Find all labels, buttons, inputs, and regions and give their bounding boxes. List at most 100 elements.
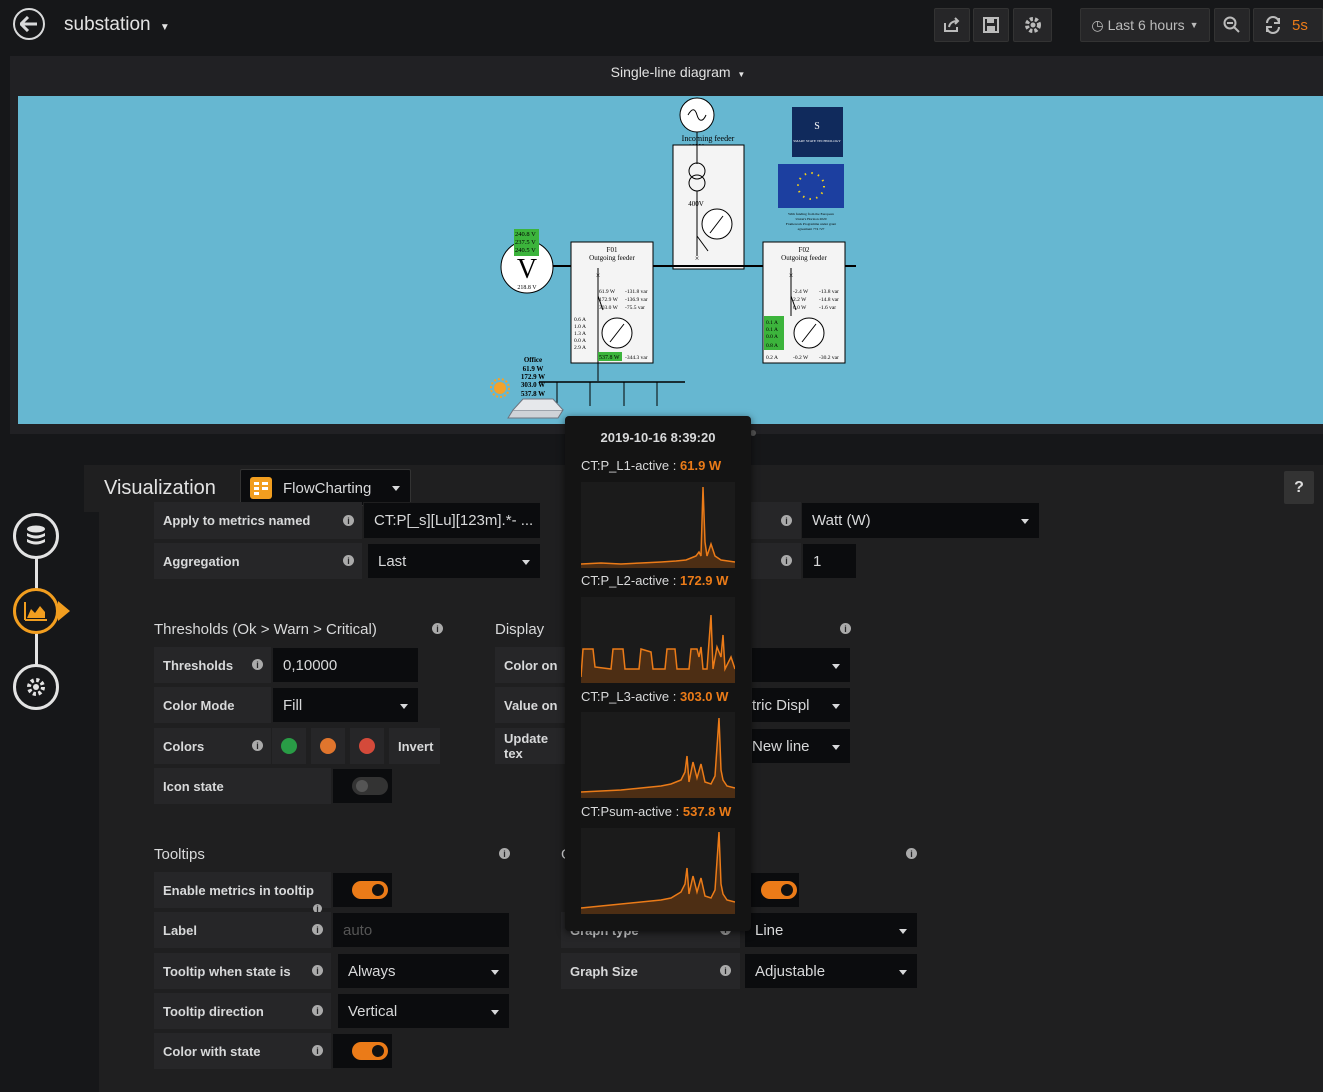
icon-state-toggle[interactable] xyxy=(332,768,393,804)
f02-var-l3: -1.6 var xyxy=(819,305,836,311)
tooltip-direction-select[interactable]: Vertical xyxy=(337,993,510,1029)
f02-power-l1: -2.4 W xyxy=(793,289,809,295)
zoom-out-icon xyxy=(1223,16,1240,33)
tooltip-direction-value: Vertical xyxy=(348,1002,398,1020)
tooltip-metric-1-value: 61.9 W xyxy=(680,458,722,473)
label-input[interactable]: auto xyxy=(332,912,510,948)
unit-select[interactable]: Watt (W) xyxy=(801,502,1040,539)
incoming-feeder-box[interactable] xyxy=(672,144,745,270)
f02-total-w: -0.2 W xyxy=(793,355,809,361)
share-button[interactable] xyxy=(934,8,970,42)
thresholds-input[interactable]: 0,10000 xyxy=(272,647,419,683)
color-mode-select[interactable]: Fill xyxy=(272,687,419,723)
tooltip-graph-2 xyxy=(581,597,735,683)
tooltip-graph-4 xyxy=(581,828,735,914)
tooltip-metric-4: CT:Psum-active : 537.8 W xyxy=(581,804,731,819)
f01-total-var: -344.3 var xyxy=(625,355,648,361)
f01-power-l2: 172.9 W xyxy=(599,297,619,303)
queries-tab[interactable] xyxy=(13,513,59,559)
toggle-off xyxy=(352,777,388,795)
display-heading: Display xyxy=(495,621,545,638)
graph-type-select[interactable]: Line xyxy=(744,912,918,948)
enable-metrics-label: Enable metrics in tooltip xyxy=(154,872,331,908)
apply-metrics-label: Apply to metrics named i xyxy=(154,502,362,539)
f01-label: Outgoing feeder xyxy=(589,254,635,262)
tooltip-metric-3-value: 303.0 W xyxy=(680,689,729,704)
gear-icon xyxy=(1024,17,1041,33)
tooltip-state-text: Tooltip when state is xyxy=(163,963,291,979)
save-button[interactable] xyxy=(973,8,1009,42)
zoom-out-button[interactable] xyxy=(1214,8,1250,42)
graph-size-text: Graph Size xyxy=(570,963,638,979)
tooltip-state-select[interactable]: Always xyxy=(337,953,510,989)
color-on-label: Color on xyxy=(495,647,565,683)
gears-icon xyxy=(27,678,45,696)
back-button[interactable] xyxy=(13,8,45,40)
f02-current-n: 0.8 A xyxy=(766,343,778,349)
office-sum: 537.8 W xyxy=(521,390,545,398)
tooltips-heading: Tooltips xyxy=(154,846,205,863)
apply-metrics-text: Apply to metrics named xyxy=(163,513,311,528)
caret-down-icon xyxy=(832,745,840,750)
decimals-input[interactable]: 1 xyxy=(802,543,857,579)
update-text-value: New line xyxy=(752,737,810,755)
settings-button[interactable] xyxy=(1013,8,1052,42)
tooltip-metric-4-name: CT:Psum-active : xyxy=(581,804,683,819)
info-icon: i xyxy=(432,623,443,634)
update-text-select[interactable]: New line xyxy=(751,728,851,764)
caret-down-icon xyxy=(400,704,408,709)
plugin-picker[interactable]: FlowCharting xyxy=(240,469,411,506)
caret-down-icon: ▼ xyxy=(737,70,746,79)
f02-total-var: -30.2 var xyxy=(819,355,839,361)
dashboard-title-dropdown[interactable]: substation ▼ xyxy=(64,14,170,36)
office-name: Office xyxy=(524,356,542,364)
color-mode-value: Fill xyxy=(283,696,303,714)
graph-size-select[interactable]: Adjustable xyxy=(744,953,918,989)
invert-text: Invert xyxy=(398,738,434,754)
f02-current-l2: 0.1 A xyxy=(766,327,778,333)
invert-button[interactable]: Invert xyxy=(389,728,440,764)
info-icon: i xyxy=(840,623,851,634)
panel-title-dropdown[interactable]: Single-line diagram ▼ xyxy=(0,64,1323,80)
enable-metrics-toggle[interactable] xyxy=(332,872,393,908)
graph-size-value: Adjustable xyxy=(755,962,826,980)
general-tab[interactable] xyxy=(13,664,59,710)
f01-power-l3: 303.0 W xyxy=(599,305,619,311)
warn-color-swatch[interactable] xyxy=(311,728,345,764)
label-placeholder: auto xyxy=(343,921,373,939)
f02-power-l2: 2.2 W xyxy=(793,297,807,303)
critical-color-swatch[interactable] xyxy=(350,728,384,764)
ok-color-swatch[interactable] xyxy=(272,728,306,764)
thresholds-label: Thresholds i xyxy=(154,647,271,683)
color-on-select[interactable] xyxy=(751,647,851,683)
office-l1: 61.9 W xyxy=(523,365,544,373)
active-tab-arrow xyxy=(58,601,70,621)
color-state-toggle[interactable] xyxy=(332,1033,393,1069)
panel-title: Single-line diagram xyxy=(610,64,731,80)
diagram-canvas: Incoming feeder 10kV 400V × V 240.8 V 23… xyxy=(490,97,856,419)
eu-flag xyxy=(778,164,844,208)
refresh-picker[interactable]: 5s xyxy=(1253,8,1323,42)
critical-color-dot xyxy=(359,738,375,754)
info-icon: i xyxy=(343,555,354,566)
help-button[interactable]: ? xyxy=(1284,471,1314,504)
value-on-select[interactable]: tric Displ xyxy=(751,687,851,723)
incoming-feeder-label: Incoming feeder xyxy=(682,134,735,143)
info-icon: i xyxy=(720,965,731,976)
toggle-on xyxy=(761,881,797,899)
building-icon xyxy=(507,409,564,419)
toggle-on xyxy=(352,1042,388,1060)
apply-metrics-input[interactable]: CT:P[_s][Lu][123m].*- ... xyxy=(363,502,541,539)
f01-var-l2: -136.9 var xyxy=(625,297,648,303)
visualization-tab[interactable] xyxy=(13,588,59,634)
incoming-lv-label: 400V xyxy=(688,200,704,208)
caret-down-icon xyxy=(832,704,840,709)
f01-name: F01 xyxy=(607,246,618,254)
sst-logo xyxy=(792,107,843,157)
single-line-diagram[interactable]: Incoming feeder 10kV 400V × V 240.8 V 23… xyxy=(18,96,1323,424)
time-range-picker[interactable]: ◷ Last 6 hours ▼ xyxy=(1080,8,1210,42)
plugin-name: FlowCharting xyxy=(283,480,372,497)
caret-down-icon xyxy=(392,486,400,491)
caret-down-icon xyxy=(832,664,840,669)
aggregation-select[interactable]: Last xyxy=(367,543,541,579)
